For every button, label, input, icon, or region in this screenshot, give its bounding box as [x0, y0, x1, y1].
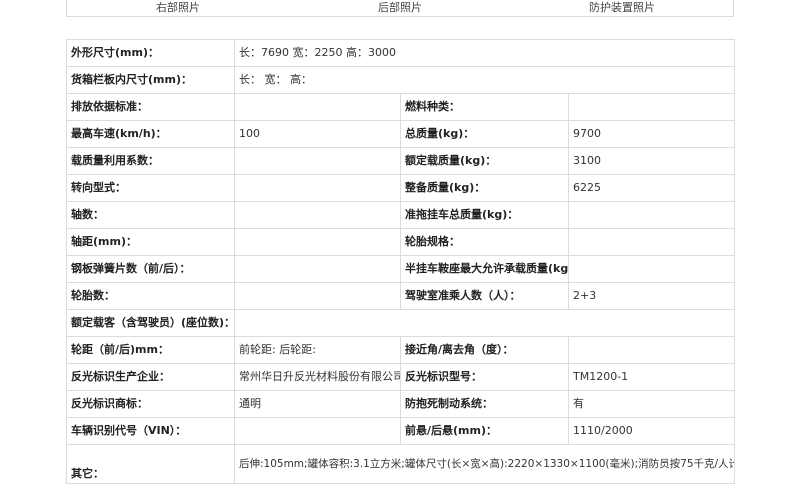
spec-label: 载质量利用系数：: [66, 147, 235, 175]
spec-value: [234, 417, 401, 445]
table-row: 反光标识生产企业： 常州华日升反光材料股份有限公司 反光标识型号： TM1200-1: [66, 363, 735, 391]
table-row: 轮胎数： 驾驶室准乘人数（人）： 2+3: [66, 282, 735, 310]
spec-value: [234, 228, 401, 256]
spec-label: 反光标识型号：: [400, 363, 569, 391]
spec-label: 燃料种类：: [400, 93, 569, 121]
spec-label: 货箱栏板内尺寸(mm)：: [66, 66, 235, 94]
spec-value: [234, 282, 401, 310]
table-row: 外形尺寸(mm)： 长：7690 宽：2250 高：3000: [66, 39, 735, 67]
spec-value: 长： 宽： 高：: [234, 66, 735, 94]
spec-label: 轮距（前/后)mm：: [66, 336, 235, 364]
spec-label: 接近角/离去角（度）：: [400, 336, 569, 364]
table-row: 反光标识商标： 通明 防抱死制动系统：有: [66, 390, 735, 418]
table-row: 轴数： 准拖挂车总质量(kg)：: [66, 201, 735, 229]
spec-value: 1110/2000: [568, 417, 735, 445]
spec-label: 额定载质量(kg)：: [400, 147, 569, 175]
spec-label: 其它：: [66, 444, 235, 484]
spec-value: [234, 201, 401, 229]
spec-value: 有: [568, 390, 735, 418]
spec-value: 3100: [568, 147, 735, 175]
spec-value: 常州华日升反光材料股份有限公司: [234, 363, 401, 391]
table-row: 货箱栏板内尺寸(mm)： 长： 宽： 高：: [66, 66, 735, 94]
vehicle-spec-table: 外形尺寸(mm)： 长：7690 宽：2250 高：3000 货箱栏板内尺寸(mm)…: [66, 39, 735, 484]
spec-label: 防抱死制动系统：: [400, 390, 569, 418]
spec-label: 准拖挂车总质量(kg)：: [400, 201, 569, 229]
table-row: 轴距(mm)： 轮胎规格：: [66, 228, 735, 256]
spec-value: [234, 93, 401, 121]
spec-value: 前轮距: 后轮距:: [234, 336, 401, 364]
spec-value: [234, 255, 401, 283]
table-row: 额定载客（含驾驶员）(座位数)：: [66, 309, 735, 337]
spec-value: 6225: [568, 174, 735, 202]
spec-value: [568, 255, 735, 283]
spec-label: 反光标识商标：: [66, 390, 235, 418]
table-row: 钢板弹簧片数（前/后）： 半挂车鞍座最大允许承载质量(kg)：: [66, 255, 735, 283]
spec-label: 最高车速(km/h)：: [66, 120, 235, 148]
spec-value: [568, 336, 735, 364]
table-row: 轮距（前/后)mm： 前轮距: 后轮距: 接近角/离去角（度）：: [66, 336, 735, 364]
spec-value: [568, 201, 735, 229]
spec-value: [234, 309, 735, 337]
spec-label: 排放依据标准：: [66, 93, 235, 121]
spec-label: 前悬/后悬(mm)：: [400, 417, 569, 445]
photo-label-rear: 后部照片: [378, 1, 422, 14]
photo-label-right: 右部照片: [156, 1, 200, 14]
spec-value: 100: [234, 120, 401, 148]
spec-label: 额定载客（含驾驶员）(座位数)：: [66, 309, 235, 337]
spec-value: 2+3: [568, 282, 735, 310]
spec-value: [568, 228, 735, 256]
photo-caption-strip: 右部照片 后部照片 防护装置照片: [66, 0, 734, 17]
spec-label: 轴数：: [66, 201, 235, 229]
spec-label: 半挂车鞍座最大允许承载质量(kg)：: [400, 255, 569, 283]
spec-value: [568, 93, 735, 121]
spec-label: 整备质量(kg)：: [400, 174, 569, 202]
spec-label: 轮胎规格：: [400, 228, 569, 256]
table-row: 排放依据标准： 燃料种类：: [66, 93, 735, 121]
spec-value: TM1200-1: [568, 363, 735, 391]
spec-label: 驾驶室准乘人数（人）：: [400, 282, 569, 310]
spec-value: [234, 147, 401, 175]
spec-label: 外形尺寸(mm)：: [66, 39, 235, 67]
spec-label: 轴距(mm)：: [66, 228, 235, 256]
spec-value: 长：7690 宽：2250 高：3000: [234, 39, 735, 67]
spec-value: 通明: [234, 390, 401, 418]
spec-remarks: 后伸:105mm;罐体容积:3.1立方米;罐体尺寸(长×宽×高):2220×13…: [234, 444, 735, 484]
table-row: 最高车速(km/h)： 100 总质量(kg)： 9700: [66, 120, 735, 148]
spec-label: 反光标识生产企业：: [66, 363, 235, 391]
table-row: 其它： 后伸:105mm;罐体容积:3.1立方米;罐体尺寸(长×宽×高):2220…: [66, 444, 735, 484]
spec-label: 转向型式：: [66, 174, 235, 202]
spec-label: 总质量(kg)：: [400, 120, 569, 148]
spec-value: 9700: [568, 120, 735, 148]
photo-label-guard: 防护装置照片: [589, 1, 655, 14]
spec-label: 钢板弹簧片数（前/后）：: [66, 255, 235, 283]
table-row: 载质量利用系数： 额定载质量(kg)： 3100: [66, 147, 735, 175]
spec-value: [234, 174, 401, 202]
table-row: 车辆识别代号（VIN）： 前悬/后悬(mm)： 1110/2000: [66, 417, 735, 445]
spec-label: 轮胎数：: [66, 282, 235, 310]
table-row: 转向型式： 整备质量(kg)： 6225: [66, 174, 735, 202]
spec-label: 车辆识别代号（VIN）：: [66, 417, 235, 445]
